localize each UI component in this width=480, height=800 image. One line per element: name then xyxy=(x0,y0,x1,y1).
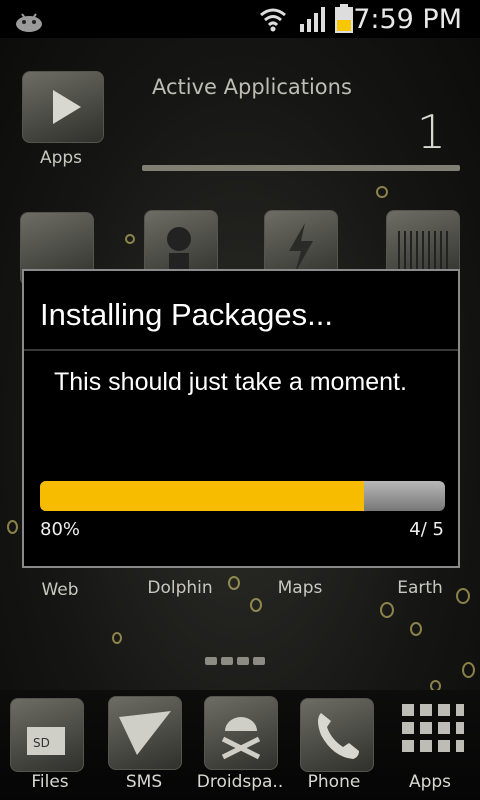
bokeh-dot xyxy=(410,622,422,636)
phone-icon[interactable] xyxy=(300,698,374,772)
widget-title: Active Applications xyxy=(152,75,352,99)
install-progress-bar xyxy=(40,481,445,511)
app-grid-icon[interactable] xyxy=(396,698,468,770)
bokeh-dot xyxy=(462,662,475,678)
dialog-title: Installing Packages... xyxy=(40,297,333,332)
signal-icon xyxy=(300,7,325,32)
android-notification-icon[interactable] xyxy=(14,8,44,32)
widget-count: 1 xyxy=(416,105,446,159)
progress-count: 4/ 5 xyxy=(409,519,444,540)
apps-widget-icon[interactable] xyxy=(22,71,104,143)
bokeh-dot xyxy=(250,598,262,612)
status-bar: 7:59 PM xyxy=(0,0,480,38)
progress-percent: 80% xyxy=(40,519,81,540)
dialog-divider xyxy=(24,349,458,351)
home-app-label-web: Web xyxy=(41,580,79,600)
home-app-label-dolphin: Dolphin xyxy=(147,578,213,598)
svg-text:SD: SD xyxy=(33,736,50,750)
wifi-icon xyxy=(260,8,286,32)
files-icon[interactable]: SD xyxy=(10,698,84,772)
droid-icon[interactable] xyxy=(204,696,278,770)
dock-label-files: Files xyxy=(31,772,69,792)
bokeh-dot xyxy=(125,234,135,244)
apps-widget-label: Apps xyxy=(39,148,83,168)
dock-label-sms: SMS xyxy=(125,772,163,792)
bokeh-dot xyxy=(380,602,394,618)
status-time: 7:59 PM xyxy=(353,4,462,35)
bokeh-dot xyxy=(376,186,388,198)
widget-progress-bar xyxy=(142,165,460,171)
home-app-label-maps: Maps xyxy=(277,578,323,598)
progress-dialog: Installing Packages... This should just … xyxy=(22,269,460,568)
sms-icon[interactable] xyxy=(108,696,182,770)
battery-icon xyxy=(335,4,353,33)
page-indicator xyxy=(205,650,269,669)
dock-label-apps: Apps xyxy=(408,772,452,792)
dock-label-phone: Phone xyxy=(307,772,361,792)
home-app-label-earth: Earth xyxy=(397,578,443,598)
bokeh-dot xyxy=(112,632,122,644)
bokeh-dot xyxy=(7,520,18,534)
dock-label-droidspa: Droidspa.. xyxy=(196,772,284,792)
install-progress-fill xyxy=(40,481,364,511)
dialog-message: This should just take a moment. xyxy=(54,368,407,396)
